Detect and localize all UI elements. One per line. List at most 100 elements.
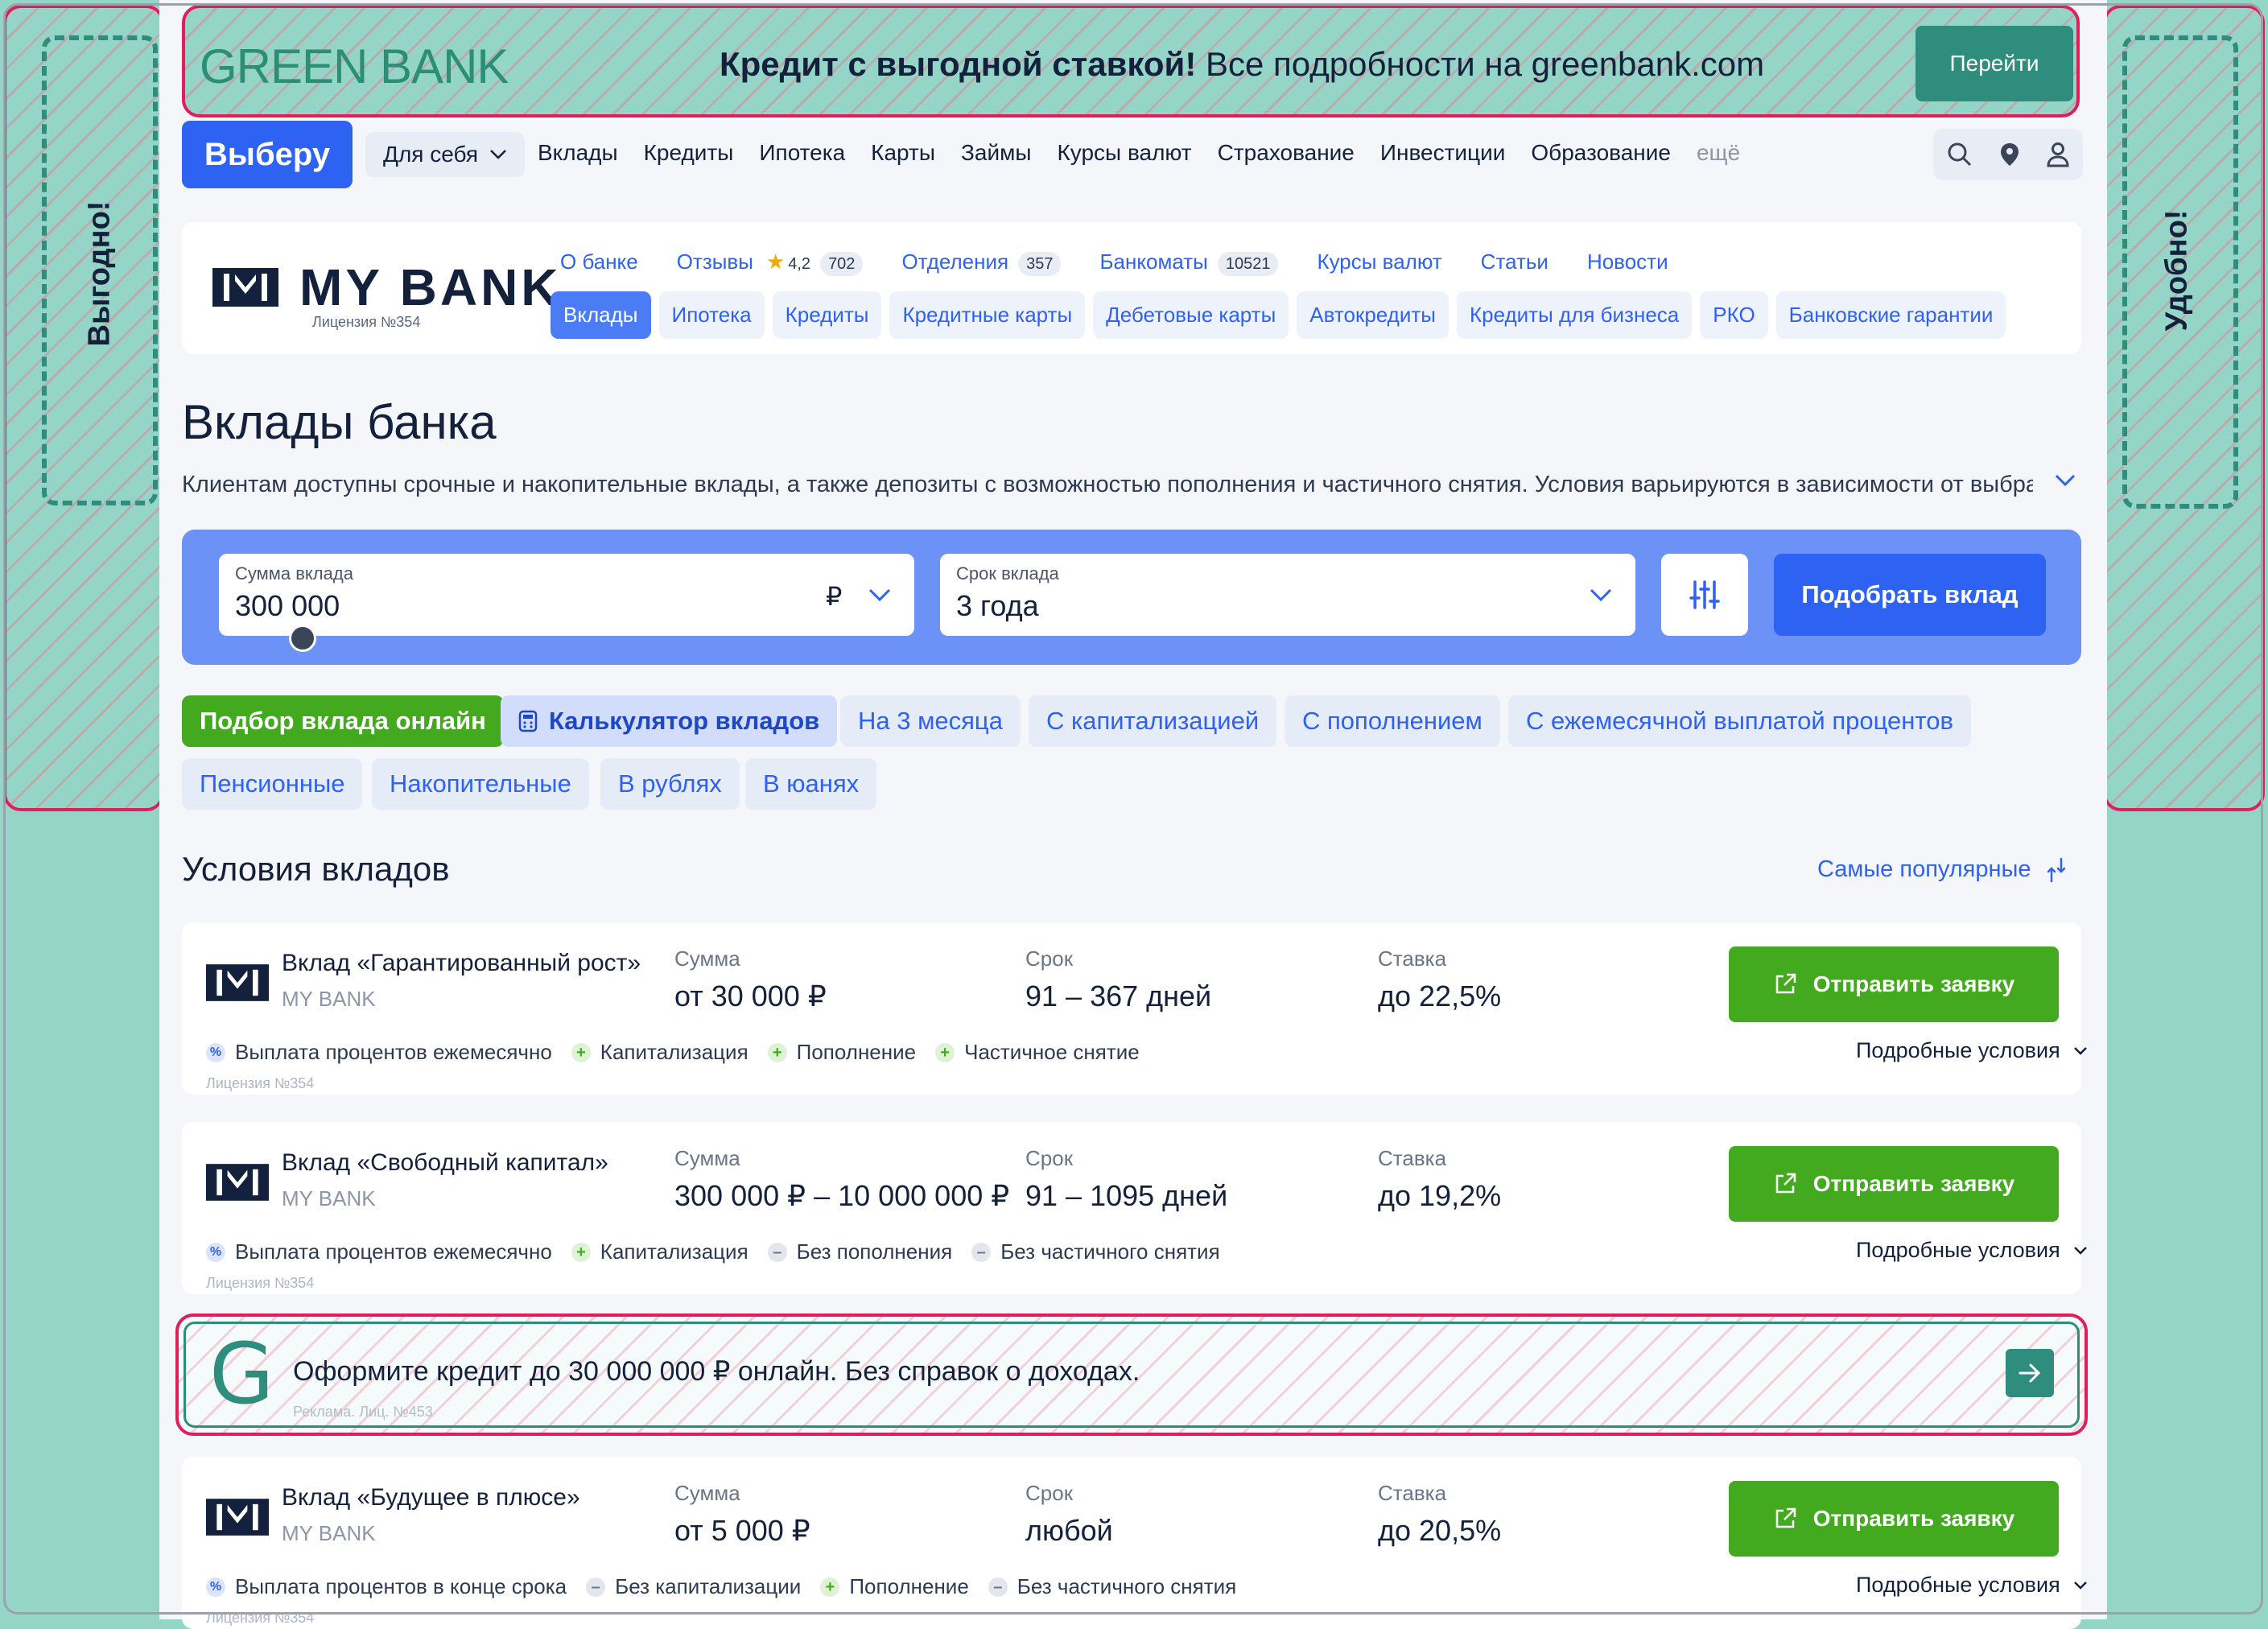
nav-item-more[interactable]: ещё — [1697, 140, 1740, 166]
tab-deposits[interactable]: Вклады — [551, 291, 651, 339]
deposit-features: % Выплата процентов в конце срока – Без ка… — [206, 1574, 1236, 1599]
filters-button[interactable] — [1661, 554, 1748, 636]
search-icon[interactable] — [1947, 142, 1973, 167]
nav-item-rates[interactable]: Курсы валют — [1057, 140, 1191, 166]
sum-field-value[interactable]: 300 000 — [235, 589, 340, 623]
chip-monthly-interest[interactable]: С ежемесячной выплатой процентов — [1508, 695, 1971, 747]
branches-count-badge: 357 — [1018, 252, 1062, 276]
feature-text: Без пополнения — [796, 1239, 953, 1264]
right-side-ad[interactable]: Удобно! — [2103, 5, 2265, 811]
branches-label: Отделения — [901, 250, 1009, 274]
calculator-icon — [518, 710, 538, 732]
feature-item: % Выплата процентов ежемесячно — [206, 1239, 552, 1264]
nav-item-mortgage[interactable]: Ипотека — [759, 140, 845, 166]
deposit-license: Лицензия №354 — [206, 1075, 315, 1091]
sort-control[interactable]: Самые популярные — [1817, 856, 2067, 883]
chip-replenishment[interactable]: С пополнением — [1285, 695, 1500, 747]
minus-icon: – — [767, 1242, 787, 1262]
deposit-sum-field[interactable]: Сумма вклада 300 000 ₽ — [219, 554, 914, 636]
chip-pension[interactable]: Пенсионные — [182, 758, 363, 810]
main-content: GREEN BANK Кредит с выгодной ставкой! Вс… — [159, 0, 2107, 1629]
deposit-license: Лицензия №354 — [206, 1610, 315, 1626]
chip-3-months[interactable]: На 3 месяца — [840, 695, 1021, 747]
plus-icon: + — [571, 1042, 591, 1062]
deposit-name[interactable]: Вклад «Гарантированный рост» — [282, 950, 641, 977]
deposit-term-select[interactable]: Срок вклада 3 года — [940, 554, 1635, 636]
details-toggle[interactable]: Подробные условия — [1856, 1238, 2088, 1263]
feature-item: – Без частичного снятия — [988, 1574, 1236, 1599]
expand-description-icon[interactable] — [2054, 473, 2076, 488]
bank-link-news[interactable]: Новости — [1587, 250, 1668, 274]
tab-credit-cards[interactable]: Кредитные карты — [889, 291, 1086, 339]
deposit-bank: MY BANK — [282, 1186, 376, 1210]
details-toggle[interactable]: Подробные условия — [1856, 1038, 2088, 1063]
plus-icon: + — [767, 1042, 787, 1062]
bank-link-about[interactable]: О банке — [560, 250, 638, 274]
send-application-button[interactable]: Отправить заявку — [1729, 1481, 2059, 1557]
nav-menu: Вклады Кредиты Ипотека Карты Займы Курсы… — [538, 140, 1740, 166]
chip-online-pick[interactable]: Подбор вклада онлайн — [182, 695, 504, 747]
ad-arrow-button[interactable] — [2006, 1349, 2054, 1397]
percent-icon: % — [206, 1577, 225, 1597]
deposit-name[interactable]: Вклад «Будущее в плюсе» — [282, 1484, 580, 1511]
tab-rko[interactable]: РКО — [1700, 291, 1768, 339]
atms-count-badge: 10521 — [1217, 252, 1279, 276]
bank-link-atms[interactable]: Банкоматы 10521 — [1099, 250, 1279, 276]
chip-rubles[interactable]: В рублях — [600, 758, 740, 810]
tab-credits[interactable]: Кредиты — [772, 291, 882, 339]
chip-calculator[interactable]: Калькулятор вкладов — [501, 695, 838, 747]
audience-dropdown[interactable]: Для себя — [365, 132, 526, 177]
left-ad-label: Выгодно! — [82, 200, 117, 347]
sum-slider-handle[interactable] — [289, 625, 316, 652]
ad-text: Оформите кредит до 30 000 000 ₽ онлайн. … — [293, 1356, 1140, 1387]
bank-logo[interactable]: MY BANK — [212, 258, 562, 317]
bank-link-articles[interactable]: Статьи — [1481, 250, 1548, 274]
tab-mortgage[interactable]: Ипотека — [658, 291, 765, 339]
tab-debit-cards[interactable]: Дебетовые карты — [1093, 291, 1289, 339]
inline-credit-ad[interactable]: G Оформите кредит до 30 000 000 ₽ онлайн… — [175, 1314, 2088, 1436]
deposit-sum: Сумма 300 000 ₽ – 10 000 000 ₽ — [674, 1146, 1009, 1213]
nav-item-insurance[interactable]: Страхование — [1218, 140, 1355, 166]
term-header: Срок — [1025, 1146, 1074, 1170]
rate-value: до 20,5% — [1378, 1514, 1502, 1547]
ad-license: Реклама. Лиц. №453 — [293, 1404, 433, 1420]
nav-item-deposits[interactable]: Вклады — [538, 140, 618, 166]
tab-bank-guarantees[interactable]: Банковские гарантии — [1775, 291, 2006, 339]
banner-go-button[interactable]: Перейти — [1915, 26, 2073, 101]
chip-capitalization[interactable]: С капитализацией — [1029, 695, 1277, 747]
send-application-button[interactable]: Отправить заявку — [1729, 946, 2059, 1022]
bank-links: О банке Отзывы ★ 4,2 702 Отделения 357 Банко… — [560, 250, 1668, 276]
user-icon[interactable] — [2047, 142, 2069, 167]
nav-item-credits[interactable]: Кредиты — [644, 140, 734, 166]
bank-link-reviews[interactable]: Отзывы ★ 4,2 702 — [677, 250, 864, 276]
chip-savings[interactable]: Накопительные — [372, 758, 589, 810]
deposit-card: Вклад «Будущее в плюсе» MY BANK Сумма от … — [182, 1457, 2087, 1629]
details-toggle[interactable]: Подробные условия — [1856, 1573, 2088, 1598]
site-logo[interactable]: Выберу — [182, 121, 353, 188]
nav-item-loans[interactable]: Займы — [961, 140, 1032, 166]
chip-yuan[interactable]: В юанях — [745, 758, 877, 810]
currency-chevron-icon[interactable] — [868, 588, 892, 604]
tab-business-credits[interactable]: Кредиты для бизнеса — [1456, 291, 1693, 339]
bank-license: Лицензия №354 — [312, 314, 421, 330]
nav-item-investments[interactable]: Инвестиции — [1380, 140, 1506, 166]
send-application-button[interactable]: Отправить заявку — [1729, 1146, 2059, 1222]
page-description: Клиентам доступны срочные и накопительны… — [182, 472, 2033, 497]
rate-header: Ставка — [1378, 1481, 1447, 1505]
my-bank-mark-icon — [206, 964, 269, 1001]
my-bank-mark-icon — [212, 268, 278, 307]
nav-item-education[interactable]: Образование — [1531, 140, 1671, 166]
location-pin-icon[interactable] — [1999, 142, 2020, 167]
bank-link-rates[interactable]: Курсы валют — [1317, 250, 1441, 274]
left-side-ad[interactable]: Выгодно! — [3, 5, 164, 811]
nav-item-cards[interactable]: Карты — [871, 140, 935, 166]
pick-deposit-button[interactable]: Подобрать вклад — [1774, 554, 2046, 636]
deposit-card: Вклад «Свободный капитал» MY BANK Сумма 3… — [182, 1122, 2087, 1294]
deposit-bank: MY BANK — [282, 987, 376, 1011]
tab-car-loans[interactable]: Автокредиты — [1297, 291, 1449, 339]
sum-header: Сумма — [674, 946, 740, 971]
deposit-name[interactable]: Вклад «Свободный капитал» — [282, 1149, 608, 1177]
ad-logo-letter: G — [209, 1325, 274, 1423]
bank-link-branches[interactable]: Отделения 357 — [901, 250, 1062, 276]
top-banner-ad[interactable]: GREEN BANK Кредит с выгодной ставкой! Вс… — [182, 5, 2080, 118]
